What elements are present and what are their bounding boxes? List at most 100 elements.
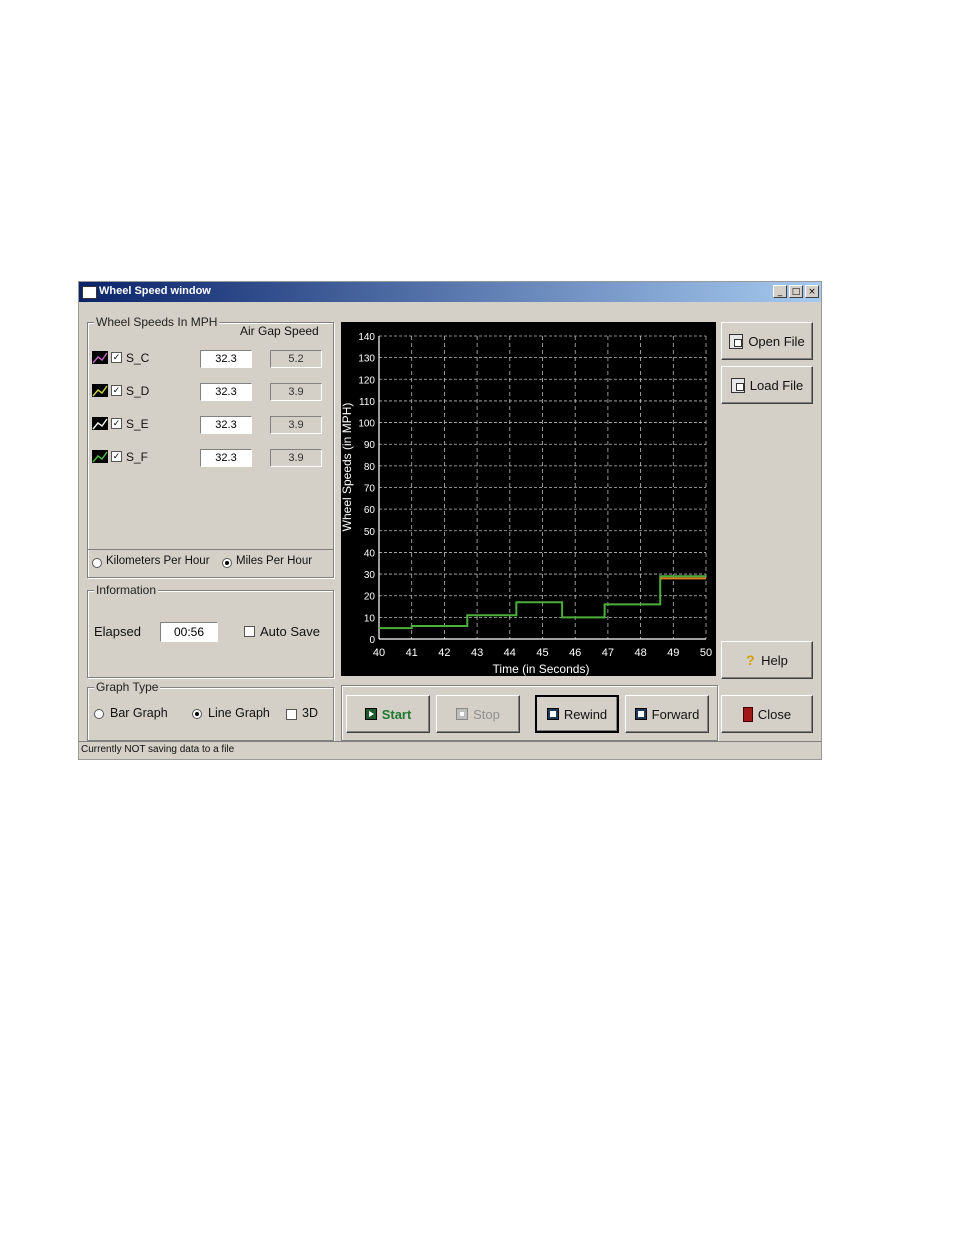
sensor-air-gap-value: 5.2 [270,350,322,368]
chart-y-tick-label: 60 [364,505,376,516]
wheel-speeds-group: Wheel Speeds In MPH Air Gap Speed ✓ S_C … [87,315,334,578]
sensor-label: S_F [126,450,149,464]
sensor-color-swatch[interactable] [92,450,108,463]
air-gap-speed-header: Air Gap Speed [240,324,319,338]
graph-type-legend: Graph Type [94,680,161,694]
kmh-radio[interactable] [92,558,102,568]
sensor-label: S_E [126,417,149,431]
3d-label: 3D [302,706,318,720]
open-file-button[interactable]: Open File [721,322,813,360]
elapsed-label: Elapsed [94,624,141,639]
auto-save-checkbox[interactable] [244,626,255,637]
app-icon [82,286,97,299]
chart-y-tick-label: 40 [364,548,376,559]
chart-x-tick-label: 46 [569,647,581,659]
load-file-button[interactable]: Load File [721,366,813,404]
load-file-icon [730,377,745,393]
3d-checkbox[interactable] [286,709,297,720]
chart-svg: 0 10 20 30 40 50 60 70 80 90 100 110 120 130 140 40 41 42… [340,332,712,676]
start-icon [364,708,377,720]
stop-label: Stop [473,706,500,722]
open-file-label: Open File [748,333,805,349]
help-label: Help [761,652,788,668]
mph-label: Miles Per Hour [236,555,313,567]
open-file-icon [729,333,744,349]
sensor-air-gap-value: 3.9 [270,383,322,401]
rewind-icon [546,708,559,720]
chart-x-tick-label: 42 [438,647,450,659]
chart-x-tick-label: 49 [667,647,679,659]
load-file-label: Load File [749,377,804,393]
window-title: Wheel Speed window [99,285,211,297]
wheel-speeds-legend: Wheel Speeds In MPH [94,315,220,329]
sensor-color-swatch[interactable] [92,351,108,364]
graph-type-group: Graph Type Bar Graph Line Graph 3D [87,680,334,741]
chart-x-label: Time (in Seconds) [493,662,590,676]
sensor-speed-value: 32.3 [200,383,252,401]
sensor-color-swatch[interactable] [92,384,108,397]
chart-y-label: Wheel Speeds (in MPH) [341,403,354,532]
forward-icon [634,708,647,720]
chart-x-tick-label: 43 [471,647,483,659]
mph-radio[interactable] [222,558,232,568]
help-icon: ? [746,652,755,668]
information-legend: Information [94,583,159,597]
sensor-label: S_D [126,384,150,398]
sensor-speed-value: 32.3 [200,350,252,368]
sensor-color-swatch[interactable] [92,417,108,430]
title-bar[interactable]: Wheel Speed window _ □ × [79,282,821,302]
wheel-speed-chart: 0 10 20 30 40 50 60 70 80 90 100 110 120 130 140 40 41 42… [340,322,716,676]
help-button[interactable]: ? Help [721,641,813,679]
rewind-label: Rewind [563,706,608,722]
chart-y-tick-label: 20 [364,592,376,603]
start-label: Start [381,706,412,722]
chart-y-tick-label: 110 [359,397,375,408]
chart-x-tick-label: 47 [602,647,614,659]
chart-x-tick-label: 41 [406,647,418,659]
chart-y-tick-label: 100 [358,419,375,430]
sensor-air-gap-value: 3.9 [270,416,322,434]
sensor-checkbox-s-c[interactable]: ✓ [111,352,122,363]
sensor-speed-value: 32.3 [200,449,252,467]
sensor-checkbox-s-f[interactable]: ✓ [111,451,122,462]
stop-button[interactable]: Stop [436,695,520,733]
start-button[interactable]: Start [346,695,430,733]
close-window-button[interactable]: × [805,285,819,298]
wheel-speed-window: Wheel Speed window _ □ × Wheel Speeds In… [78,281,822,760]
bar-graph-label: Bar Graph [110,706,168,720]
minimize-button[interactable]: _ [773,285,787,298]
forward-button[interactable]: Forward [625,695,709,733]
chart-x-tick-label: 44 [504,647,516,659]
sensor-air-gap-value: 3.9 [270,449,322,467]
sensor-checkbox-s-e[interactable]: ✓ [111,418,122,429]
bar-graph-radio[interactable] [94,709,104,719]
chart-y-tick-label: 120 [358,375,375,386]
line-graph-label: Line Graph [208,706,270,720]
status-bar: Currently NOT saving data to a file [79,741,821,759]
close-button[interactable]: Close [721,695,813,733]
chart-y-tick-label: 90 [364,440,376,451]
stop-icon [456,708,469,720]
chart-x-tick-label: 45 [536,647,548,659]
chart-y-tick-label: 0 [369,635,375,646]
auto-save-label: Auto Save [260,624,320,639]
chart-x-tick-label: 50 [700,647,712,659]
chart-y-tick-label: 30 [364,570,376,581]
sensor-label: S_C [126,351,150,365]
chart-y-tick-label: 50 [364,527,376,538]
chart-y-tick-label: 10 [364,613,376,624]
chart-y-tick-label: 70 [364,484,376,495]
information-group: Information Elapsed 00:56 Auto Save [87,583,334,678]
sensor-checkbox-s-d[interactable]: ✓ [111,385,122,396]
forward-label: Forward [651,706,700,722]
chart-x-tick-label: 40 [373,647,385,659]
elapsed-value: 00:56 [160,622,218,642]
chart-y-tick-label: 140 [358,332,375,343]
kmh-label: Kilometers Per Hour [106,555,210,567]
chart-y-tick-label: 130 [358,354,375,365]
chart-y-tick-label: 80 [364,462,376,473]
close-label: Close [757,706,792,722]
line-graph-radio[interactable] [192,709,202,719]
rewind-button[interactable]: Rewind [535,695,619,733]
maximize-button[interactable]: □ [789,285,803,298]
